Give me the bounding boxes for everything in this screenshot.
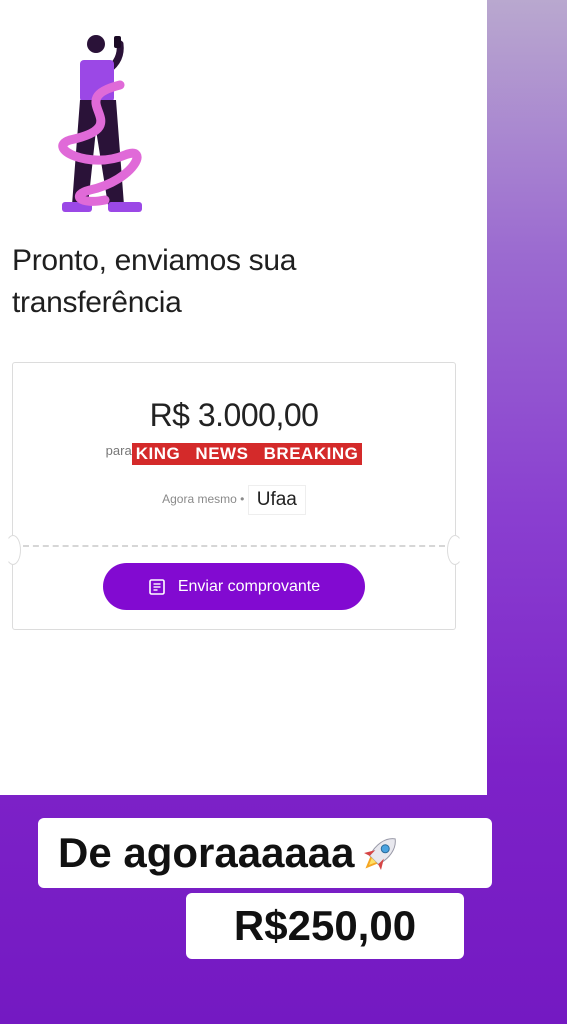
send-receipt-label: Enviar comprovante bbox=[177, 577, 321, 595]
story-caption-line2: R$250,00 bbox=[186, 893, 464, 959]
ticket-notch-right bbox=[447, 535, 463, 565]
transfer-confirmation-screen: Pronto, enviamos sua transferência R$ 3.… bbox=[0, 0, 487, 795]
transfer-receipt-card: R$ 3.000,00 para KING NEWS BREAKING Agora… bbox=[5, 362, 463, 630]
ticket-notch-left bbox=[5, 535, 21, 565]
recipient-name: KING NEWS BREAKING bbox=[131, 443, 363, 465]
confirmation-title: Pronto, enviamos sua transferência bbox=[12, 244, 297, 319]
time-row: Agora mesmo • Ufaa bbox=[13, 485, 455, 515]
caption-text-2: R$250,00 bbox=[233, 902, 417, 949]
rocket-icon bbox=[363, 838, 396, 870]
recipient-prefix: para bbox=[105, 443, 132, 458]
person-with-phone-illustration bbox=[58, 35, 142, 212]
story-caption-line1: De agoraaaaaa bbox=[38, 818, 492, 888]
transfer-amount: R$ 3.000,00 bbox=[149, 397, 319, 433]
recipient-row: para KING NEWS BREAKING bbox=[13, 443, 455, 465]
sticker-tag: Ufaa bbox=[247, 485, 306, 515]
time-label: Agora mesmo bbox=[162, 492, 237, 507]
ticket-divider bbox=[23, 545, 445, 547]
receipt-doc-icon bbox=[149, 578, 165, 595]
send-receipt-button[interactable]: Enviar comprovante bbox=[103, 563, 365, 610]
caption-text-1: De agoraaaaaa bbox=[58, 829, 355, 876]
separator-dot: • bbox=[240, 492, 245, 507]
